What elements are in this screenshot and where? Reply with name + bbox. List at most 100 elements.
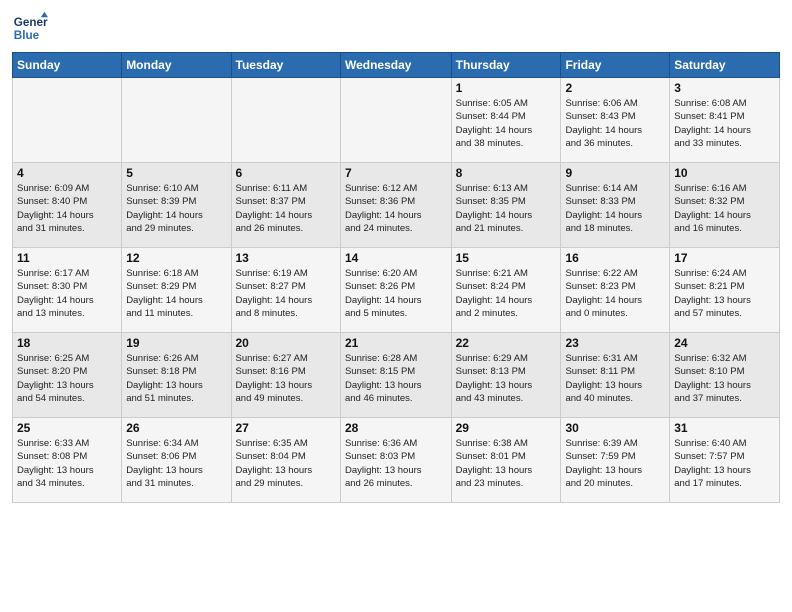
day-number: 26 bbox=[126, 421, 226, 435]
day-number: 16 bbox=[565, 251, 665, 265]
calendar-cell: 13 Sunrise: 6:19 AM Sunset: 8:27 PM Dayli… bbox=[231, 248, 340, 333]
day-number: 25 bbox=[17, 421, 117, 435]
day-info: Sunrise: 6:08 AM Sunset: 8:41 PM Dayligh… bbox=[674, 97, 775, 150]
weekday-header: Saturday bbox=[670, 53, 780, 78]
calendar-cell: 30 Sunrise: 6:39 AM Sunset: 7:59 PM Dayli… bbox=[561, 418, 670, 503]
calendar-table: SundayMondayTuesdayWednesdayThursdayFrid… bbox=[12, 52, 780, 503]
day-info: Sunrise: 6:12 AM Sunset: 8:36 PM Dayligh… bbox=[345, 182, 447, 235]
day-info: Sunrise: 6:36 AM Sunset: 8:03 PM Dayligh… bbox=[345, 437, 447, 490]
day-number: 13 bbox=[236, 251, 336, 265]
day-number: 22 bbox=[456, 336, 557, 350]
calendar-cell: 22 Sunrise: 6:29 AM Sunset: 8:13 PM Dayli… bbox=[451, 333, 561, 418]
day-number: 30 bbox=[565, 421, 665, 435]
day-info: Sunrise: 6:24 AM Sunset: 8:21 PM Dayligh… bbox=[674, 267, 775, 320]
day-number: 21 bbox=[345, 336, 447, 350]
calendar-cell: 20 Sunrise: 6:27 AM Sunset: 8:16 PM Dayli… bbox=[231, 333, 340, 418]
calendar-week-row: 25 Sunrise: 6:33 AM Sunset: 8:08 PM Dayli… bbox=[13, 418, 780, 503]
day-number: 18 bbox=[17, 336, 117, 350]
day-info: Sunrise: 6:06 AM Sunset: 8:43 PM Dayligh… bbox=[565, 97, 665, 150]
day-number: 20 bbox=[236, 336, 336, 350]
day-number: 15 bbox=[456, 251, 557, 265]
day-info: Sunrise: 6:18 AM Sunset: 8:29 PM Dayligh… bbox=[126, 267, 226, 320]
day-number: 29 bbox=[456, 421, 557, 435]
day-info: Sunrise: 6:32 AM Sunset: 8:10 PM Dayligh… bbox=[674, 352, 775, 405]
calendar-week-row: 1 Sunrise: 6:05 AM Sunset: 8:44 PM Daylig… bbox=[13, 78, 780, 163]
weekday-header: Friday bbox=[561, 53, 670, 78]
logo-icon: General Blue bbox=[12, 10, 48, 46]
day-info: Sunrise: 6:31 AM Sunset: 8:11 PM Dayligh… bbox=[565, 352, 665, 405]
calendar-cell: 4 Sunrise: 6:09 AM Sunset: 8:40 PM Daylig… bbox=[13, 163, 122, 248]
calendar-cell: 7 Sunrise: 6:12 AM Sunset: 8:36 PM Daylig… bbox=[340, 163, 451, 248]
day-number: 7 bbox=[345, 166, 447, 180]
day-info: Sunrise: 6:25 AM Sunset: 8:20 PM Dayligh… bbox=[17, 352, 117, 405]
day-info: Sunrise: 6:38 AM Sunset: 8:01 PM Dayligh… bbox=[456, 437, 557, 490]
day-number: 27 bbox=[236, 421, 336, 435]
header: General Blue bbox=[12, 10, 780, 46]
calendar-cell: 21 Sunrise: 6:28 AM Sunset: 8:15 PM Dayli… bbox=[340, 333, 451, 418]
day-info: Sunrise: 6:40 AM Sunset: 7:57 PM Dayligh… bbox=[674, 437, 775, 490]
day-number: 2 bbox=[565, 81, 665, 95]
calendar-cell: 25 Sunrise: 6:33 AM Sunset: 8:08 PM Dayli… bbox=[13, 418, 122, 503]
day-info: Sunrise: 6:29 AM Sunset: 8:13 PM Dayligh… bbox=[456, 352, 557, 405]
svg-text:General: General bbox=[14, 16, 48, 29]
day-number: 4 bbox=[17, 166, 117, 180]
day-info: Sunrise: 6:17 AM Sunset: 8:30 PM Dayligh… bbox=[17, 267, 117, 320]
calendar-cell: 2 Sunrise: 6:06 AM Sunset: 8:43 PM Daylig… bbox=[561, 78, 670, 163]
calendar-cell bbox=[122, 78, 231, 163]
day-info: Sunrise: 6:33 AM Sunset: 8:08 PM Dayligh… bbox=[17, 437, 117, 490]
day-info: Sunrise: 6:20 AM Sunset: 8:26 PM Dayligh… bbox=[345, 267, 447, 320]
day-number: 1 bbox=[456, 81, 557, 95]
day-info: Sunrise: 6:19 AM Sunset: 8:27 PM Dayligh… bbox=[236, 267, 336, 320]
day-number: 5 bbox=[126, 166, 226, 180]
day-info: Sunrise: 6:11 AM Sunset: 8:37 PM Dayligh… bbox=[236, 182, 336, 235]
day-number: 3 bbox=[674, 81, 775, 95]
calendar-week-row: 11 Sunrise: 6:17 AM Sunset: 8:30 PM Dayli… bbox=[13, 248, 780, 333]
calendar-cell: 12 Sunrise: 6:18 AM Sunset: 8:29 PM Dayli… bbox=[122, 248, 231, 333]
calendar-cell: 9 Sunrise: 6:14 AM Sunset: 8:33 PM Daylig… bbox=[561, 163, 670, 248]
calendar-cell: 31 Sunrise: 6:40 AM Sunset: 7:57 PM Dayli… bbox=[670, 418, 780, 503]
day-info: Sunrise: 6:14 AM Sunset: 8:33 PM Dayligh… bbox=[565, 182, 665, 235]
calendar-cell: 5 Sunrise: 6:10 AM Sunset: 8:39 PM Daylig… bbox=[122, 163, 231, 248]
day-number: 17 bbox=[674, 251, 775, 265]
day-info: Sunrise: 6:05 AM Sunset: 8:44 PM Dayligh… bbox=[456, 97, 557, 150]
day-number: 8 bbox=[456, 166, 557, 180]
weekday-header: Monday bbox=[122, 53, 231, 78]
day-info: Sunrise: 6:39 AM Sunset: 7:59 PM Dayligh… bbox=[565, 437, 665, 490]
calendar-cell: 17 Sunrise: 6:24 AM Sunset: 8:21 PM Dayli… bbox=[670, 248, 780, 333]
day-number: 11 bbox=[17, 251, 117, 265]
calendar-cell: 18 Sunrise: 6:25 AM Sunset: 8:20 PM Dayli… bbox=[13, 333, 122, 418]
day-info: Sunrise: 6:16 AM Sunset: 8:32 PM Dayligh… bbox=[674, 182, 775, 235]
calendar-cell: 3 Sunrise: 6:08 AM Sunset: 8:41 PM Daylig… bbox=[670, 78, 780, 163]
day-info: Sunrise: 6:09 AM Sunset: 8:40 PM Dayligh… bbox=[17, 182, 117, 235]
calendar-cell bbox=[340, 78, 451, 163]
day-number: 28 bbox=[345, 421, 447, 435]
day-number: 6 bbox=[236, 166, 336, 180]
day-number: 14 bbox=[345, 251, 447, 265]
day-number: 31 bbox=[674, 421, 775, 435]
day-info: Sunrise: 6:34 AM Sunset: 8:06 PM Dayligh… bbox=[126, 437, 226, 490]
calendar-cell: 26 Sunrise: 6:34 AM Sunset: 8:06 PM Dayli… bbox=[122, 418, 231, 503]
day-info: Sunrise: 6:10 AM Sunset: 8:39 PM Dayligh… bbox=[126, 182, 226, 235]
day-info: Sunrise: 6:27 AM Sunset: 8:16 PM Dayligh… bbox=[236, 352, 336, 405]
day-info: Sunrise: 6:22 AM Sunset: 8:23 PM Dayligh… bbox=[565, 267, 665, 320]
calendar-cell: 23 Sunrise: 6:31 AM Sunset: 8:11 PM Dayli… bbox=[561, 333, 670, 418]
calendar-week-row: 18 Sunrise: 6:25 AM Sunset: 8:20 PM Dayli… bbox=[13, 333, 780, 418]
main-container: General Blue SundayMondayTuesdayWednesda… bbox=[0, 0, 792, 513]
day-number: 12 bbox=[126, 251, 226, 265]
calendar-cell: 15 Sunrise: 6:21 AM Sunset: 8:24 PM Dayli… bbox=[451, 248, 561, 333]
calendar-week-row: 4 Sunrise: 6:09 AM Sunset: 8:40 PM Daylig… bbox=[13, 163, 780, 248]
day-number: 9 bbox=[565, 166, 665, 180]
calendar-cell: 27Sunrise: 6:35 AM Sunset: 8:04 PM Dayli… bbox=[231, 418, 340, 503]
calendar-cell: 28 Sunrise: 6:36 AM Sunset: 8:03 PM Dayli… bbox=[340, 418, 451, 503]
calendar-cell: 19Sunrise: 6:26 AM Sunset: 8:18 PM Dayli… bbox=[122, 333, 231, 418]
calendar-body: 1 Sunrise: 6:05 AM Sunset: 8:44 PM Daylig… bbox=[13, 78, 780, 503]
calendar-cell: 11 Sunrise: 6:17 AM Sunset: 8:30 PM Dayli… bbox=[13, 248, 122, 333]
day-info: Sunrise: 6:26 AM Sunset: 8:18 PM Dayligh… bbox=[126, 352, 226, 405]
svg-text:Blue: Blue bbox=[14, 29, 40, 42]
day-info: Sunrise: 6:21 AM Sunset: 8:24 PM Dayligh… bbox=[456, 267, 557, 320]
day-number: 23 bbox=[565, 336, 665, 350]
day-info: Sunrise: 6:28 AM Sunset: 8:15 PM Dayligh… bbox=[345, 352, 447, 405]
calendar-cell bbox=[231, 78, 340, 163]
calendar-cell: 24Sunrise: 6:32 AM Sunset: 8:10 PM Dayli… bbox=[670, 333, 780, 418]
weekday-header: Sunday bbox=[13, 53, 122, 78]
